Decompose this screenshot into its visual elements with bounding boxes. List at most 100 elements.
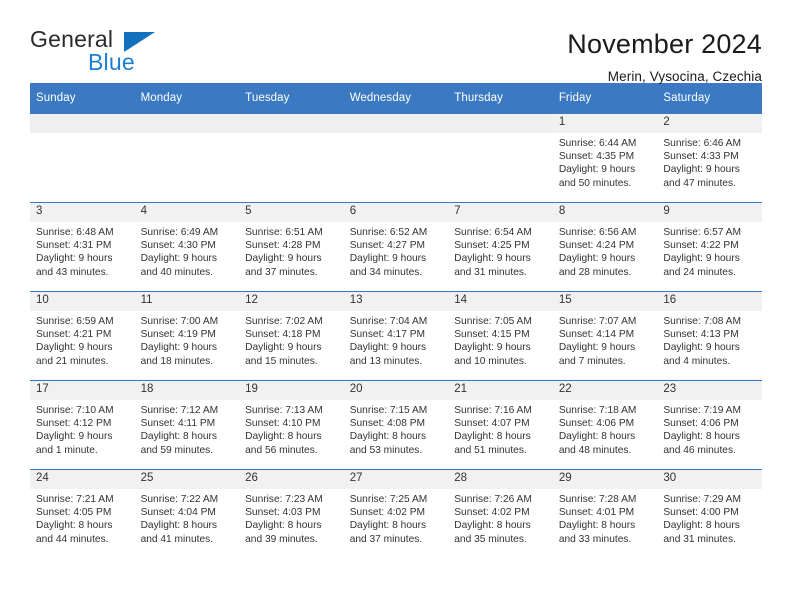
calendar-day-cell[interactable]: 13 Sunrise: 7:04 AM Sunset: 4:17 PM Dayligh… bbox=[343, 291, 449, 381]
day-number: 7 bbox=[448, 203, 553, 222]
day-details: Sunrise: 6:49 AM Sunset: 4:30 PM Daylight:… bbox=[135, 222, 240, 279]
calendar-day-cell[interactable]: 28 Sunrise: 7:26 AM Sunset: 4:02 PM Dayligh… bbox=[448, 469, 553, 558]
calendar-day-cell[interactable]: 7 Sunrise: 6:54 AM Sunset: 4:25 PM Daylight… bbox=[448, 202, 553, 292]
sunrise-time: Sunrise: 7:18 AM bbox=[558, 405, 637, 416]
calendar-day-cell[interactable]: 9 Sunrise: 6:57 AM Sunset: 4:22 PM Daylight… bbox=[657, 202, 762, 292]
day-details: Sunrise: 6:56 AM Sunset: 4:24 PM Daylight:… bbox=[553, 222, 658, 279]
day-number: 30 bbox=[657, 470, 762, 489]
day-cell-content: 23 Sunrise: 7:19 AM Sunset: 4:06 PM Dayligh… bbox=[657, 381, 762, 469]
day-cell-content: 4 Sunrise: 6:49 AM Sunset: 4:30 PM Daylight… bbox=[134, 203, 240, 291]
day-number: 23 bbox=[657, 381, 762, 400]
sunrise-time: Sunrise: 7:21 AM bbox=[36, 494, 114, 505]
sunset-time: Sunset: 4:02 PM bbox=[349, 507, 426, 519]
day-details: Sunrise: 7:26 AM Sunset: 4:02 PM Daylight:… bbox=[448, 489, 553, 546]
calendar-day-cell bbox=[239, 114, 344, 203]
daylight-duration-line1: Daylight: 8 hours bbox=[349, 431, 427, 443]
calendar-day-cell[interactable]: 22 Sunrise: 7:18 AM Sunset: 4:06 PM Dayligh… bbox=[552, 380, 658, 470]
day-details: Sunrise: 7:28 AM Sunset: 4:01 PM Daylight:… bbox=[553, 489, 658, 546]
daylight-duration-line1: Daylight: 9 hours bbox=[36, 253, 113, 265]
day-number: 24 bbox=[30, 470, 135, 489]
sunset-time: Sunset: 4:05 PM bbox=[36, 507, 112, 519]
calendar-day-cell[interactable]: 19 Sunrise: 7:13 AM Sunset: 4:10 PM Dayligh… bbox=[239, 380, 344, 470]
calendar-day-cell[interactable]: 4 Sunrise: 6:49 AM Sunset: 4:30 PM Daylight… bbox=[134, 202, 240, 292]
day-details: Sunrise: 6:51 AM Sunset: 4:28 PM Daylight:… bbox=[239, 222, 344, 279]
calendar-day-cell[interactable]: 14 Sunrise: 7:05 AM Sunset: 4:15 PM Dayligh… bbox=[448, 291, 553, 381]
weekday-header-thursday: Thursday bbox=[448, 83, 553, 114]
daylight-duration-line1: Daylight: 8 hours bbox=[454, 431, 531, 443]
sunset-time: Sunset: 4:18 PM bbox=[245, 329, 321, 341]
weekday-header-sunday: Sunday bbox=[30, 83, 135, 114]
calendar-day-cell[interactable]: 16 Sunrise: 7:08 AM Sunset: 4:13 PM Dayligh… bbox=[657, 291, 762, 381]
daylight-duration-line1: Daylight: 8 hours bbox=[349, 520, 427, 532]
calendar-body: 1 Sunrise: 6:44 AM Sunset: 4:35 PM Daylight… bbox=[30, 114, 762, 558]
day-number: 18 bbox=[134, 381, 240, 400]
calendar-day-cell[interactable]: 5 Sunrise: 6:51 AM Sunset: 4:28 PM Daylight… bbox=[239, 202, 344, 292]
calendar-day-cell[interactable]: 15 Sunrise: 7:07 AM Sunset: 4:14 PM Dayligh… bbox=[552, 291, 658, 381]
sunrise-time: Sunrise: 6:49 AM bbox=[140, 227, 219, 238]
day-details: Sunrise: 7:15 AM Sunset: 4:08 PM Daylight:… bbox=[344, 400, 449, 457]
day-number: 1 bbox=[552, 114, 658, 133]
day-number: 5 bbox=[239, 203, 344, 222]
sunrise-time: Sunrise: 7:08 AM bbox=[663, 316, 741, 327]
day-number: 12 bbox=[239, 292, 344, 311]
day-cell-content: 2 Sunrise: 6:46 AM Sunset: 4:33 PM Daylight… bbox=[657, 114, 762, 202]
daylight-duration-line1: Daylight: 9 hours bbox=[349, 342, 427, 354]
sunset-time: Sunset: 4:33 PM bbox=[663, 151, 739, 163]
calendar-day-cell[interactable]: 24 Sunrise: 7:21 AM Sunset: 4:05 PM Dayligh… bbox=[30, 469, 135, 558]
daylight-duration-line1: Daylight: 9 hours bbox=[140, 342, 218, 354]
daylight-duration-line1: Daylight: 8 hours bbox=[140, 520, 218, 532]
sunset-time: Sunset: 4:22 PM bbox=[663, 240, 739, 252]
day-cell-content: 30 Sunrise: 7:29 AM Sunset: 4:00 PM Dayligh… bbox=[657, 470, 762, 558]
day-number: 27 bbox=[343, 470, 449, 489]
calendar-day-cell[interactable]: 3 Sunrise: 6:48 AM Sunset: 4:31 PM Daylight… bbox=[30, 202, 135, 292]
daylight-duration-line1: Daylight: 8 hours bbox=[245, 431, 322, 443]
sunrise-time: Sunrise: 7:22 AM bbox=[140, 494, 219, 505]
day-cell-content: 6 Sunrise: 6:52 AM Sunset: 4:27 PM Daylight… bbox=[343, 203, 449, 291]
calendar-header-row: Sunday Monday Tuesday Wednesday Thursday… bbox=[30, 83, 762, 114]
calendar-day-cell bbox=[30, 114, 135, 203]
calendar-day-cell[interactable]: 27 Sunrise: 7:25 AM Sunset: 4:02 PM Dayligh… bbox=[343, 469, 449, 558]
calendar-day-cell[interactable]: 1 Sunrise: 6:44 AM Sunset: 4:35 PM Daylight… bbox=[552, 114, 658, 203]
calendar-day-cell[interactable]: 26 Sunrise: 7:23 AM Sunset: 4:03 PM Dayligh… bbox=[239, 469, 344, 558]
daylight-duration-line2: and 48 minutes. bbox=[558, 444, 632, 456]
daylight-duration-line1: Daylight: 8 hours bbox=[140, 431, 218, 443]
sunset-time: Sunset: 4:12 PM bbox=[36, 418, 112, 430]
daylight-duration-line2: and 24 minutes. bbox=[663, 266, 736, 278]
calendar-day-cell[interactable]: 25 Sunrise: 7:22 AM Sunset: 4:04 PM Dayligh… bbox=[134, 469, 240, 558]
daylight-duration-line1: Daylight: 9 hours bbox=[454, 253, 531, 265]
calendar-day-cell[interactable]: 30 Sunrise: 7:29 AM Sunset: 4:00 PM Dayligh… bbox=[657, 469, 762, 558]
sunset-time: Sunset: 4:31 PM bbox=[36, 240, 112, 252]
daylight-duration-line2: and 13 minutes. bbox=[349, 355, 423, 367]
calendar-day-cell[interactable]: 23 Sunrise: 7:19 AM Sunset: 4:06 PM Dayligh… bbox=[657, 380, 762, 470]
calendar-day-cell[interactable]: 2 Sunrise: 6:46 AM Sunset: 4:33 PM Daylight… bbox=[657, 114, 762, 203]
calendar-day-cell[interactable]: 8 Sunrise: 6:56 AM Sunset: 4:24 PM Daylight… bbox=[552, 202, 658, 292]
day-number: 22 bbox=[552, 381, 658, 400]
calendar-week-row: 10 Sunrise: 6:59 AM Sunset: 4:21 PM Dayligh… bbox=[30, 291, 762, 381]
daylight-duration-line1: Daylight: 8 hours bbox=[454, 520, 531, 532]
daylight-duration-line2: and 43 minutes. bbox=[36, 266, 109, 278]
page-title: November 2024 bbox=[567, 29, 762, 59]
day-cell-content: 10 Sunrise: 6:59 AM Sunset: 4:21 PM Dayligh… bbox=[30, 292, 135, 380]
day-details: Sunrise: 6:48 AM Sunset: 4:31 PM Daylight:… bbox=[30, 222, 135, 279]
calendar-day-cell[interactable]: 20 Sunrise: 7:15 AM Sunset: 4:08 PM Dayligh… bbox=[343, 380, 449, 470]
day-details: Sunrise: 7:00 AM Sunset: 4:19 PM Daylight:… bbox=[135, 311, 240, 368]
sunset-time: Sunset: 4:15 PM bbox=[454, 329, 530, 341]
day-number: 3 bbox=[30, 203, 135, 222]
calendar-day-cell[interactable]: 21 Sunrise: 7:16 AM Sunset: 4:07 PM Dayligh… bbox=[448, 380, 553, 470]
calendar-day-cell[interactable]: 12 Sunrise: 7:02 AM Sunset: 4:18 PM Dayligh… bbox=[239, 291, 344, 381]
calendar-day-cell[interactable]: 11 Sunrise: 7:00 AM Sunset: 4:19 PM Dayligh… bbox=[134, 291, 240, 381]
daylight-duration-line1: Daylight: 9 hours bbox=[454, 342, 531, 354]
sunset-time: Sunset: 4:24 PM bbox=[558, 240, 635, 252]
day-details: Sunrise: 7:13 AM Sunset: 4:10 PM Daylight:… bbox=[239, 400, 344, 457]
daylight-duration-line1: Daylight: 8 hours bbox=[36, 520, 113, 532]
calendar-day-cell[interactable]: 29 Sunrise: 7:28 AM Sunset: 4:01 PM Dayligh… bbox=[552, 469, 658, 558]
daylight-duration-line2: and 37 minutes. bbox=[349, 533, 423, 545]
calendar-day-cell[interactable]: 6 Sunrise: 6:52 AM Sunset: 4:27 PM Daylight… bbox=[343, 202, 449, 292]
sunrise-time: Sunrise: 6:46 AM bbox=[663, 138, 741, 149]
calendar-day-cell[interactable]: 18 Sunrise: 7:12 AM Sunset: 4:11 PM Dayligh… bbox=[134, 380, 240, 470]
day-cell-content: 18 Sunrise: 7:12 AM Sunset: 4:11 PM Dayligh… bbox=[134, 381, 240, 469]
calendar-day-cell[interactable]: 10 Sunrise: 6:59 AM Sunset: 4:21 PM Dayligh… bbox=[30, 291, 135, 381]
calendar-day-cell[interactable]: 17 Sunrise: 7:10 AM Sunset: 4:12 PM Dayligh… bbox=[30, 380, 135, 470]
daylight-duration-line2: and 59 minutes. bbox=[140, 444, 214, 456]
sunrise-time: Sunrise: 6:51 AM bbox=[245, 227, 323, 238]
